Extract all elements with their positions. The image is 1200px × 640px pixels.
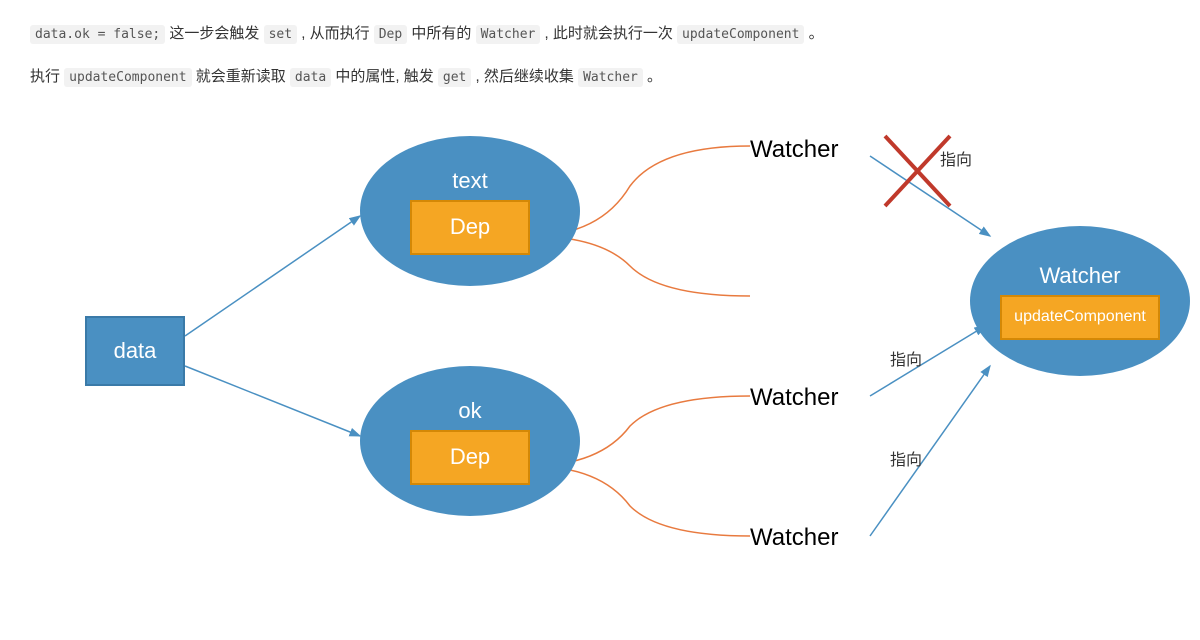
diagram-container: data text Dep ok Dep Watcher updateCompo… [30, 106, 1170, 606]
ok-ellipse: ok Dep [360, 366, 580, 516]
paragraph-2: 执行 updateComponent 就会重新读取 data 中的属性, 触发 … [30, 63, 1170, 90]
text: 中所有的 [407, 25, 475, 42]
watcher-ellipse: Watcher updateComponent [970, 226, 1190, 376]
point-to-label-1: 指向 [940, 146, 972, 170]
text: , 从而执行 [297, 25, 374, 42]
code-get: get [438, 68, 471, 87]
code-data-ok-false: data.ok = false; [30, 25, 165, 44]
code-dep: Dep [374, 25, 407, 44]
watcher-label-2: Watcher [750, 384, 838, 412]
text: 执行 [30, 68, 64, 85]
dep-label: Dep [450, 214, 490, 240]
data-node: data [85, 316, 185, 386]
text: 就会重新读取 [192, 68, 290, 85]
point-to-label-2: 指向 [890, 346, 922, 370]
data-node-label: data [114, 338, 157, 364]
text-ellipse-label: text [452, 168, 487, 194]
text-ellipse: text Dep [360, 136, 580, 286]
dep-box-text: Dep [410, 200, 530, 255]
text: 这一步会触发 [165, 25, 263, 42]
text: , 此时就会执行一次 [540, 25, 677, 42]
dep-box-ok: Dep [410, 430, 530, 485]
code-set: set [264, 25, 297, 44]
update-component-box: updateComponent [1000, 295, 1160, 340]
watcher-label-1: Watcher [750, 136, 838, 164]
paragraph-1: data.ok = false; 这一步会触发 set , 从而执行 Dep 中… [30, 20, 1170, 47]
text: 。 [643, 68, 662, 85]
update-component-label: updateComponent [1014, 308, 1146, 326]
text: 。 [804, 25, 823, 42]
dep-label: Dep [450, 444, 490, 470]
code-watcher: Watcher [578, 68, 643, 87]
text: , 然后继续收集 [471, 68, 578, 85]
watcher-ellipse-label: Watcher [1039, 263, 1120, 289]
code-update-component: updateComponent [64, 68, 191, 87]
ok-ellipse-label: ok [458, 398, 481, 424]
code-update-component: updateComponent [677, 25, 804, 44]
watcher-label-3: Watcher [750, 524, 838, 552]
point-to-label-3: 指向 [890, 446, 922, 470]
text: 中的属性, 触发 [331, 68, 438, 85]
code-data: data [290, 68, 331, 87]
code-watcher: Watcher [476, 25, 541, 44]
diagram-connectors [30, 106, 1170, 606]
